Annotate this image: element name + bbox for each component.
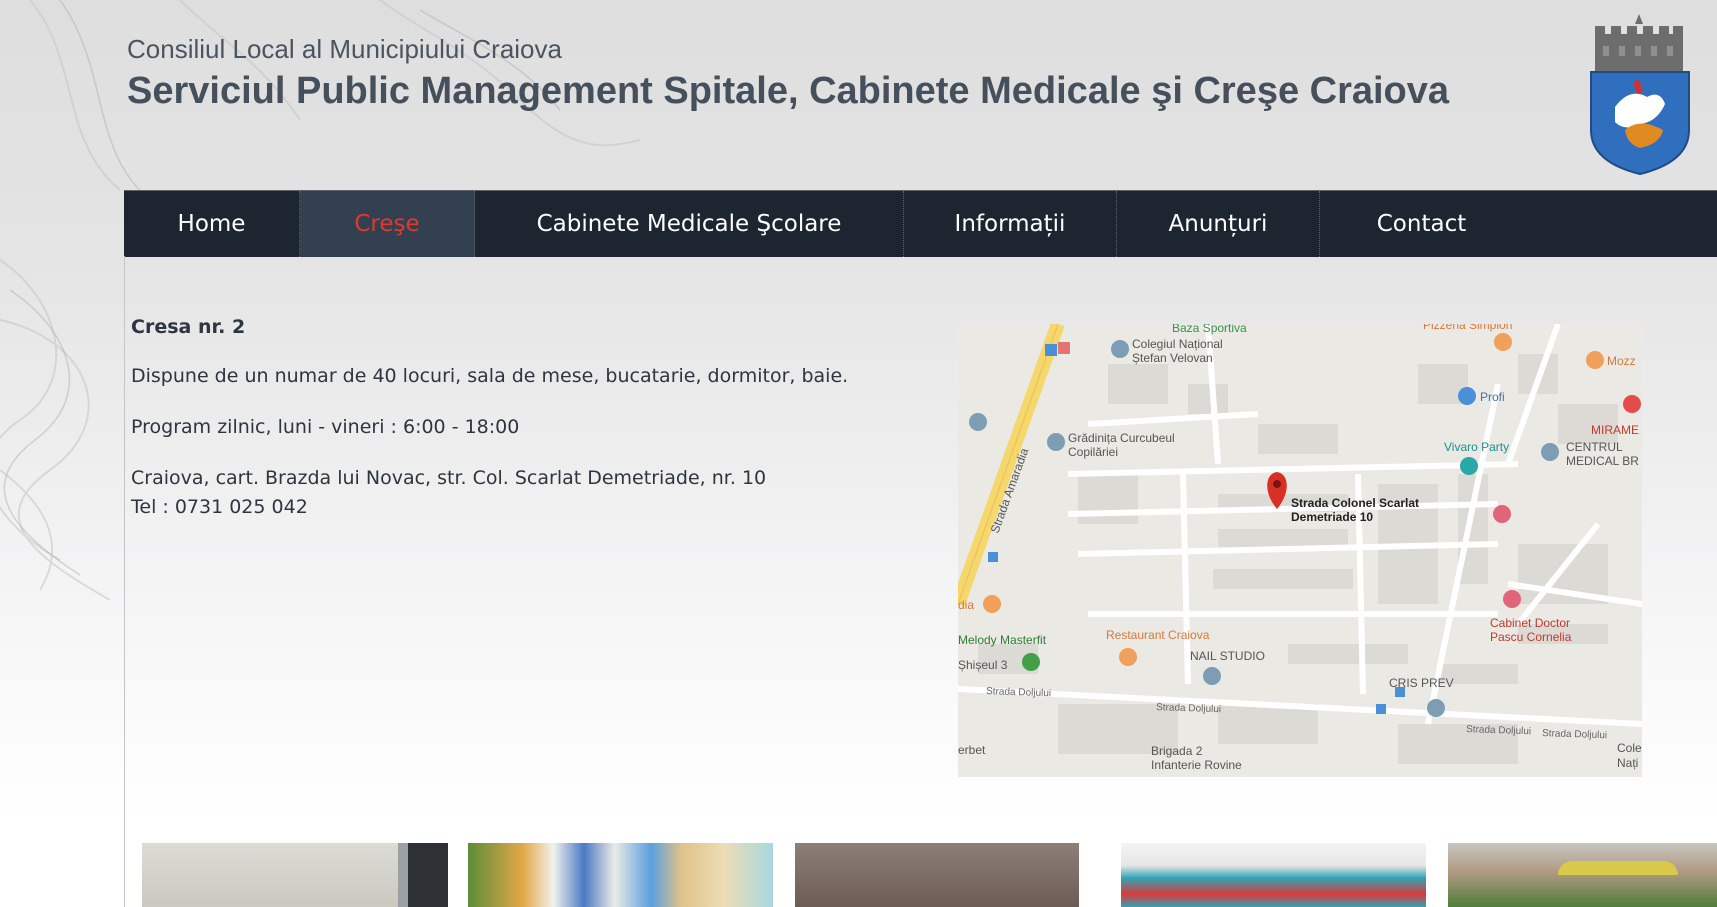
map-label-mirame: MIRAME [1591,423,1639,437]
location-map[interactable]: Strada Amaradia Strada Colonel Scarlat D… [958,324,1642,777]
nav-item-contact[interactable]: Contact [1320,191,1523,257]
map-label-gradinita-2: Copilăriei [1068,445,1118,459]
map-label-centrul-2: MEDICAL BR [1566,454,1639,468]
map-street-doljului-3: Strada Doljului [1466,724,1531,737]
nav-item-anunturi[interactable]: Anunțuri [1117,191,1320,257]
map-label-brigada-2: Infanterie Rovine [1151,758,1242,772]
nav-item-cabinete-medicale-scolare[interactable]: Cabinete Medicale Şcolare [475,191,904,257]
photo-gallery [142,843,1717,907]
gallery-photo[interactable] [795,843,1079,907]
map-label-berbet: erbet [958,743,986,757]
gallery-photo[interactable] [468,843,773,907]
map-label-col-1: Cole [1617,741,1642,755]
map-street-doljului-2: Strada Doljului [1156,702,1221,715]
gallery-photo[interactable] [1448,843,1717,907]
map-street-doljului-4: Strada Doljului [1542,728,1607,741]
map-pin-label-1: Strada Colonel Scarlat [1291,496,1419,510]
nursery-name: Cresa nr. 2 [131,316,246,338]
nursery-address: Craiova, cart. Brazda lui Novac, str. Co… [131,467,767,489]
map-label-shiseul: Șhișeul 3 [958,658,1008,672]
map-label-col-2: Nați [1617,756,1638,770]
map-label-baza: Baza Sportiva [1172,324,1247,335]
map-label-vivaro: Vivaro Party [1444,440,1509,454]
nav-item-crese[interactable]: Creşe [300,191,475,257]
craiova-coat-of-arms-icon [1590,14,1690,176]
nursery-capacity: Dispune de un numar de 40 locuri, sala d… [131,365,849,387]
map-label-centrul-1: CENTRUL [1566,440,1623,454]
council-name: Consiliul Local al Municipiului Craiova [127,34,562,64]
map-pin-label-2: Demetriade 10 [1291,510,1373,524]
nav-item-informatii[interactable]: Informații [904,191,1117,257]
map-label-colegiu-1: Colegiul Național [1132,337,1223,351]
map-label-dia: dia [958,598,974,612]
map-label-pizzeria: Pizzeria Simplon [1423,324,1512,332]
map-label-cabinet-1: Cabinet Doctor [1490,616,1570,630]
map-label-gradinita-1: Grădinița Curcubeul [1068,431,1175,445]
nav-item-home[interactable]: Home [124,191,300,257]
map-label-profi: Profi [1480,390,1505,404]
map-label-colegiu-2: Ștefan Velovan [1132,351,1213,365]
main-navigation: Home Creşe Cabinete Medicale Şcolare Inf… [124,190,1717,257]
map-canvas[interactable]: Strada Amaradia Strada Colonel Scarlat D… [958,324,1642,777]
gallery-photo[interactable] [1121,843,1426,907]
page-title: Serviciul Public Management Spitale, Cab… [127,70,1450,112]
map-label-nail: NAIL STUDIO [1190,649,1265,663]
map-label-cris: CRIS PREV [1389,676,1454,690]
gallery-photo[interactable] [142,843,448,907]
map-label-melody: Melody Masterfit [958,633,1047,647]
nursery-phone: Tel : 0731 025 042 [131,496,308,518]
content-border [124,256,125,907]
map-label-cabinet-2: Pascu Cornelia [1490,630,1572,644]
nursery-program: Program zilnic, luni - vineri : 6:00 - 1… [131,416,520,438]
map-label-brigada-1: Brigada 2 [1151,744,1203,758]
map-street-doljului-1: Strada Doljului [986,686,1051,699]
map-label-mozz: Mozz [1607,354,1636,368]
map-label-restaurant: Restaurant Craiova [1106,628,1210,642]
nursery-details: Cresa nr. 2 Dispune de un numar de 40 lo… [131,316,911,544]
